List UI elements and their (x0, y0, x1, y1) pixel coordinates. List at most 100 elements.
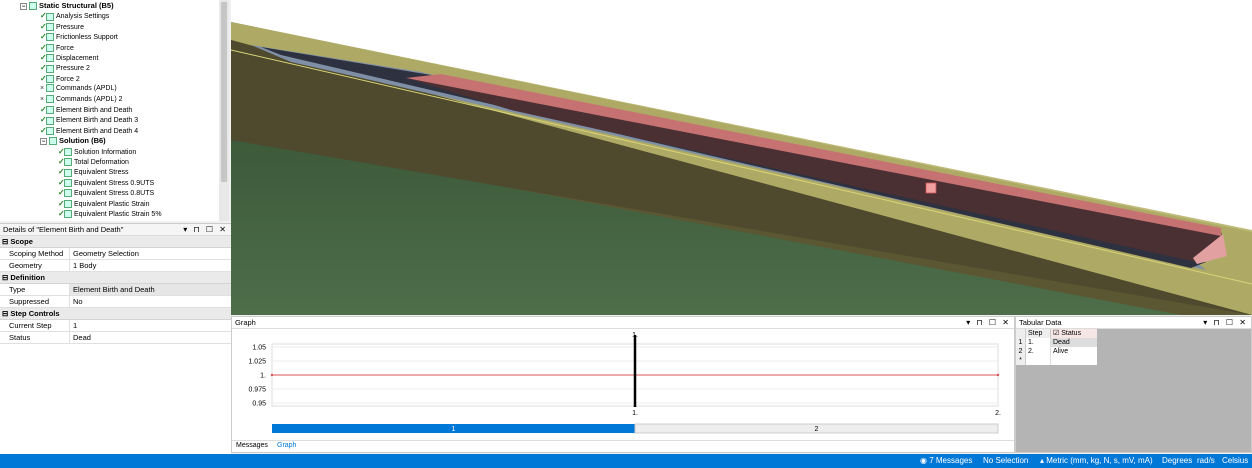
tree-item[interactable]: ✓ Element Birth and Death 4 (40, 126, 138, 136)
tree-item[interactable]: ✓ Force (40, 43, 74, 53)
birth-death-icon (46, 106, 54, 115)
tree-item[interactable]: − Solution (B6) (40, 136, 106, 146)
result-icon (64, 199, 72, 208)
selection-status: No Selection (983, 456, 1029, 465)
status-cell[interactable]: Alive (1051, 347, 1097, 356)
y-tick-label: 1.05 (252, 345, 266, 352)
rotation-unit[interactable]: rad/s (1197, 454, 1215, 468)
result-icon (64, 210, 72, 219)
details-value[interactable]: 1 Body (70, 260, 231, 271)
tree-item[interactable]: ✓ Equivalent Stress 0.8UTS (58, 188, 154, 198)
units-value: Metric (mm, kg, N, s, mV, mA) (1046, 456, 1153, 465)
tree-item-label: Equivalent Stress 0.9UTS (74, 179, 155, 187)
tree-item[interactable]: ✓ Element Birth and Death 3 (40, 115, 138, 125)
status-cell[interactable] (1051, 356, 1097, 365)
messages-status[interactable]: ◉ 7 Messages (920, 454, 972, 468)
graph-chart[interactable]: 1.05 1.025 1. 0.975 0.95 1. 2. 1. 1 2 (232, 329, 1014, 441)
solution-info-icon (64, 147, 72, 156)
force-icon (46, 43, 54, 52)
tree-item[interactable]: − Static Structural (B5) (20, 1, 114, 11)
tree-item[interactable]: ✓ Equivalent Plastic Strain (58, 199, 149, 209)
tab-messages[interactable]: Messages (236, 442, 268, 449)
checkbox-icon[interactable]: ☑ (1053, 330, 1059, 337)
status-cell[interactable]: Dead (1051, 338, 1097, 347)
tree-item-label: Force 2 (56, 75, 80, 83)
table-row[interactable]: * (1016, 356, 1097, 365)
tree-item[interactable]: ✓ Equivalent Stress 0.9UTS (58, 178, 154, 188)
details-value[interactable]: 1 (70, 320, 231, 331)
tree-item-label: Total Deformation (74, 159, 129, 166)
tree-item[interactable]: ✓ Pressure 2 (40, 63, 90, 73)
details-value[interactable]: Dead (70, 332, 231, 343)
details-row[interactable]: Type Element Birth and Death (0, 284, 231, 296)
tab-graph[interactable]: Graph (277, 442, 296, 449)
result-icon (64, 158, 72, 167)
tree-item[interactable]: × Commands (APDL) 2 (40, 94, 123, 105)
tree-item[interactable]: × Commands (APDL) (40, 84, 117, 94)
model-view[interactable] (231, 0, 1252, 315)
solution-icon (49, 137, 57, 146)
step-cell[interactable]: 1. (1026, 338, 1051, 347)
tree-item-label: Static Structural (B5) (39, 1, 114, 10)
col-header-step[interactable]: Step (1026, 329, 1051, 338)
selection-marker[interactable] (925, 182, 937, 194)
step-cell[interactable]: 2. (1026, 347, 1051, 356)
details-row[interactable]: Geometry 1 Body (0, 260, 231, 272)
details-section-header[interactable]: ⊟ Scope (0, 236, 231, 248)
details-row[interactable]: Scoping Method Geometry Selection (0, 248, 231, 260)
x-tick-label: 2. (995, 410, 1001, 417)
tree-item[interactable]: ✓ Equivalent Plastic Strain 5% (58, 209, 162, 219)
collapse-icon[interactable]: − (40, 137, 47, 145)
angle-unit[interactable]: Degrees (1162, 454, 1192, 468)
tree-item-label: Displacement (56, 55, 99, 62)
graph-panel-controls[interactable]: ▾ ⊓ ☐ ✕ (966, 317, 1011, 328)
table-row[interactable]: 2 2. Alive (1016, 347, 1097, 356)
tree-item-label: Equivalent Plastic Strain 5% (74, 211, 162, 218)
tree-scroll-thumb[interactable] (221, 2, 227, 182)
tree-item[interactable]: ✓ Element Birth and Death (40, 105, 132, 115)
tree-item[interactable]: ✓ Total Deformation (58, 157, 129, 167)
tree-item-label: Pressure 2 (56, 65, 90, 73)
details-section-title: Definition (10, 273, 45, 282)
tree-item[interactable]: ✓ Force 2 (40, 74, 80, 84)
details-value[interactable]: Geometry Selection (70, 248, 231, 259)
tree-item[interactable]: ✓ Solution Information (58, 147, 136, 157)
details-row[interactable]: Suppressed No (0, 296, 231, 308)
details-section-header[interactable]: ⊟ Definition (0, 272, 231, 284)
tabular-panel-controls[interactable]: ▾ ⊓ ☐ ✕ (1203, 317, 1248, 328)
details-key: Geometry (0, 260, 70, 271)
details-row[interactable]: Status Dead (0, 332, 231, 344)
force-icon (46, 74, 54, 83)
graph-tabs: Messages Graph (232, 440, 1014, 453)
tree-item[interactable]: ✓ Equivalent Stress (58, 167, 128, 177)
tree-item-label: Pressure (56, 23, 85, 31)
tabular-panel: Tabular Data ▾ ⊓ ☐ ✕ Step ☑ Status 1 1. Dead… (1015, 316, 1252, 453)
details-section-header[interactable]: ⊟ Step Controls (0, 308, 231, 320)
panel-controls[interactable]: ▾ ⊓ ☐ ✕ (183, 224, 228, 235)
details-value[interactable]: Element Birth and Death (70, 284, 231, 295)
tree-item[interactable]: ✓ Analysis Settings (40, 11, 109, 21)
tree-item-label: Commands (APDL) 2 (56, 95, 123, 103)
details-value[interactable]: No (70, 296, 231, 307)
tree-item[interactable]: ✓ Pressure (40, 22, 84, 32)
collapse-icon[interactable]: − (20, 2, 27, 10)
temperature-unit[interactable]: Celsius (1222, 454, 1248, 468)
graphics-viewport[interactable] (231, 0, 1252, 315)
tree-scrollbar[interactable] (219, 0, 229, 221)
details-panel: Details of "Element Birth and Death" ▾ ⊓… (0, 223, 231, 455)
details-title-bar: Details of "Element Birth and Death" ▾ ⊓… (0, 224, 231, 236)
y-tick-label: 1.025 (248, 359, 266, 366)
step-label: 1 (452, 426, 456, 433)
table-row[interactable]: 1 1. Dead (1016, 338, 1097, 347)
step-cell[interactable] (1026, 356, 1051, 365)
col-header-status[interactable]: ☑ Status (1051, 329, 1097, 338)
tree-item[interactable]: ✓ Frictionless Support (40, 32, 118, 42)
tree-item[interactable]: ✓ Displacement (40, 53, 98, 63)
birth-death-icon (46, 126, 54, 135)
col-header-status-label: Status (1061, 330, 1082, 337)
units-status[interactable]: ▴ Metric (mm, kg, N, s, mV, mA) (1040, 454, 1153, 468)
project-tree: − Static Structural (B5) ✓ Analysis Setting… (0, 0, 229, 221)
tree-item-label: Solution (B6) (59, 136, 106, 146)
details-row[interactable]: Current Step 1 (0, 320, 231, 332)
graph-title: Graph (235, 318, 256, 327)
